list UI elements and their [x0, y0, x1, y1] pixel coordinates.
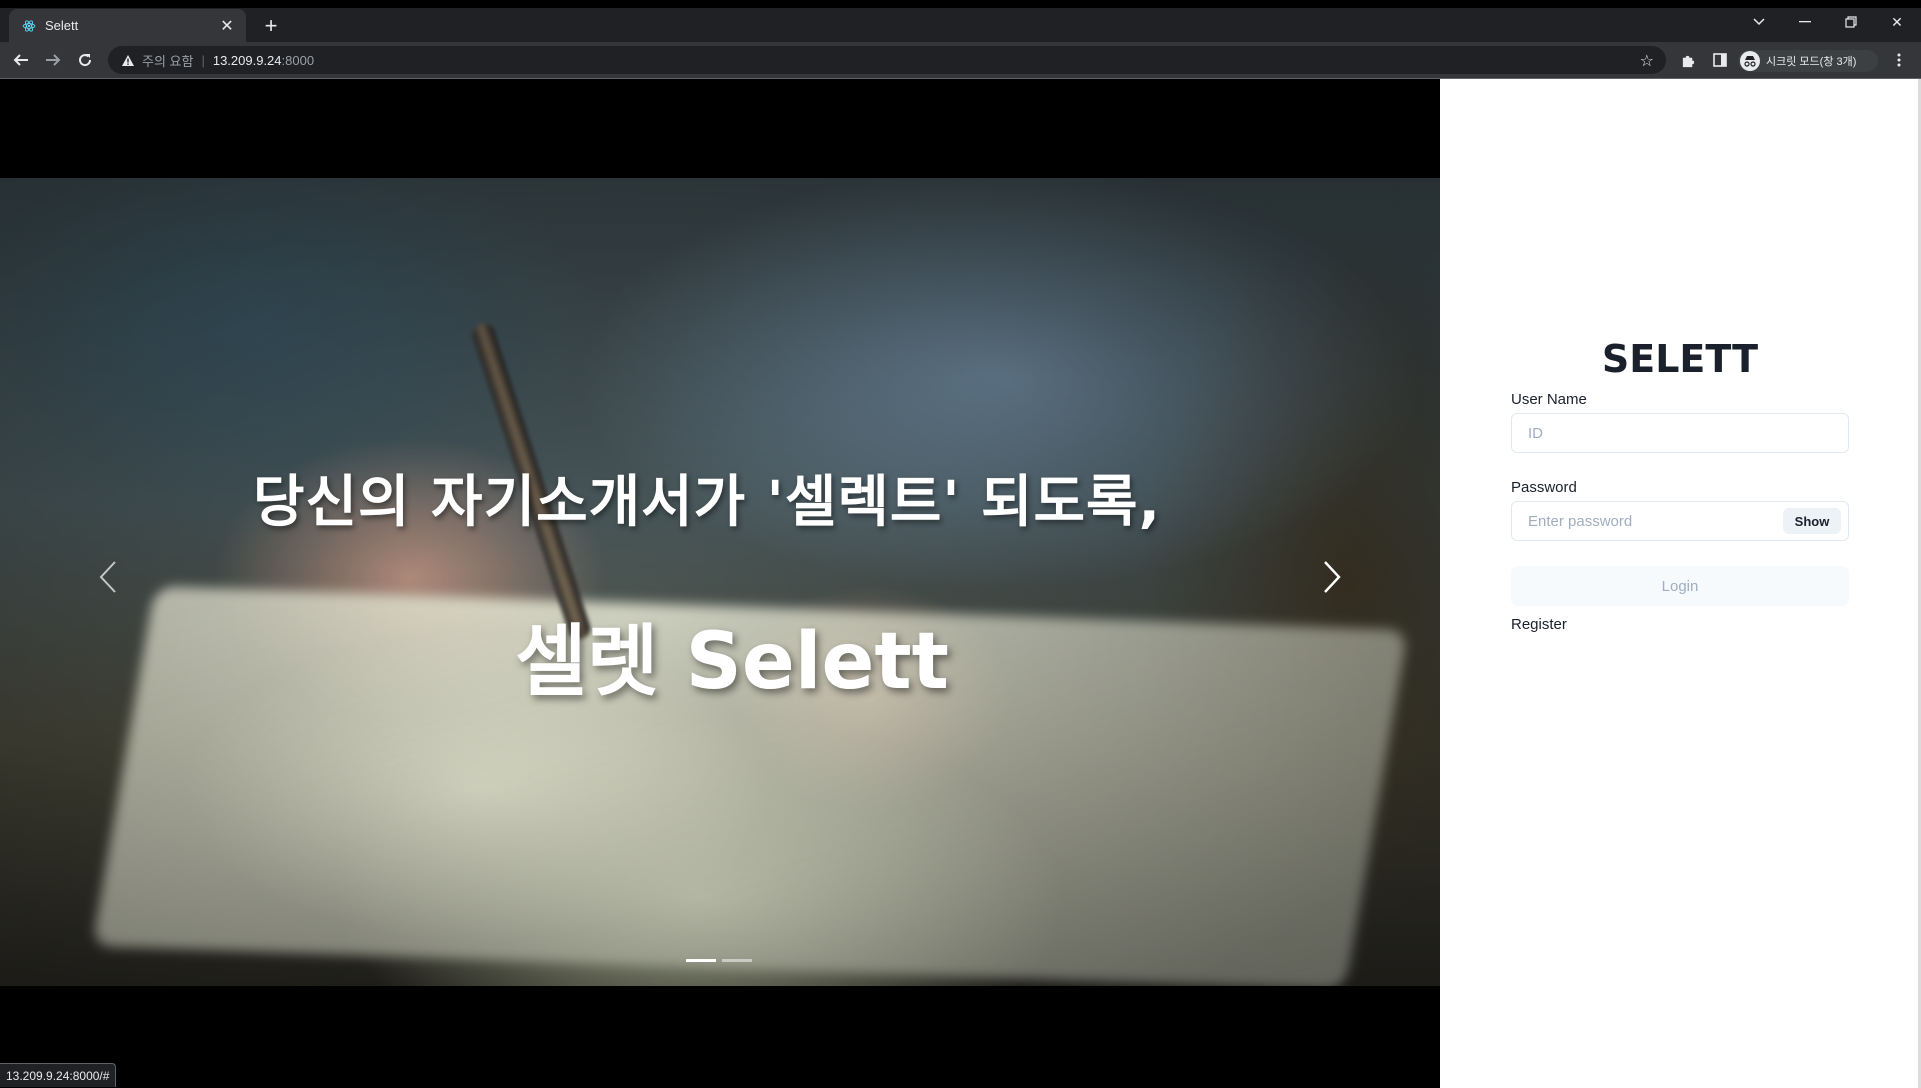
side-panel-icon[interactable] — [1706, 46, 1734, 74]
reload-icon[interactable] — [71, 46, 99, 74]
incognito-label: 시크릿 모드(창 3개) — [1766, 56, 1857, 68]
carousel-next-chevron-icon[interactable] — [1312, 547, 1352, 607]
username-label: User Name — [1511, 391, 1587, 408]
react-favicon-icon — [21, 18, 37, 34]
incognito-profile-button[interactable]: 시크릿 모드(창 3개) — [1738, 50, 1878, 72]
slide-vignette — [0, 178, 1440, 986]
tab-close-icon[interactable]: ✕ — [216, 15, 238, 37]
browser-tabstrip: Selett ✕ + ✕ — [0, 0, 1921, 42]
forward-arrow-icon[interactable] — [39, 46, 67, 74]
carousel-indicators — [686, 959, 752, 963]
browser-status-url: 13.209.9.24:8000/# — [0, 1063, 117, 1087]
login-panel: SELETT User Name Password Show Login Reg… — [1440, 79, 1921, 1088]
tab-title: Selett — [45, 18, 79, 33]
url-separator: | — [201, 52, 205, 68]
browser-tab-selett[interactable]: Selett ✕ — [9, 9, 246, 42]
warning-triangle-icon[interactable] — [120, 54, 136, 67]
carousel-indicator-1[interactable] — [686, 959, 716, 962]
back-arrow-icon[interactable] — [7, 46, 35, 74]
carousel-indicator-2[interactable] — [722, 959, 752, 962]
hero-carousel: 당신의 자기소개서가 '셀렉트' 되도록, 셀렛 Selett 13.209.9… — [0, 79, 1440, 1088]
hero-headline: 당신의 자기소개서가 '셀렉트' 되도록, — [253, 470, 1161, 535]
address-bar[interactable]: 주의 요함 | 13.209.9.24 :8000 ☆ — [108, 46, 1666, 74]
incognito-icon — [1740, 51, 1760, 71]
browser-toolbar: 주의 요함 | 13.209.9.24 :8000 ☆ 시크릿 모드(창 3개) — [0, 42, 1921, 78]
login-title: SELETT — [1601, 337, 1759, 381]
extensions-puzzle-icon[interactable] — [1674, 46, 1702, 74]
register-link[interactable]: Register — [1511, 616, 1567, 633]
minimize-icon[interactable] — [1783, 8, 1827, 36]
url-host: 13.209.9.24 — [212, 52, 282, 68]
tabstrip-background — [0, 8, 1921, 42]
password-label: Password — [1511, 479, 1577, 496]
new-tab-button[interactable]: + — [257, 12, 285, 40]
page-viewport: 당신의 자기소개서가 '셀렉트' 되도록, 셀렛 Selett 13.209.9… — [0, 79, 1921, 1088]
tab-search-chevron-icon[interactable] — [1737, 8, 1781, 36]
carousel-slide-image — [0, 178, 1440, 986]
carousel-prev-chevron-icon[interactable] — [88, 547, 128, 607]
hero-subheadline: 셀렛 Selett — [515, 617, 949, 707]
window-close-icon[interactable]: ✕ — [1875, 8, 1919, 36]
kebab-menu-icon[interactable] — [1885, 46, 1913, 74]
security-warning-label[interactable]: 주의 요함 — [142, 51, 193, 70]
username-input[interactable] — [1511, 413, 1849, 453]
url-port: :8000 — [281, 52, 315, 68]
restore-icon[interactable] — [1829, 8, 1873, 36]
login-button[interactable]: Login — [1511, 566, 1849, 606]
bookmark-star-icon[interactable]: ☆ — [1640, 51, 1654, 71]
show-password-button[interactable]: Show — [1783, 508, 1841, 534]
